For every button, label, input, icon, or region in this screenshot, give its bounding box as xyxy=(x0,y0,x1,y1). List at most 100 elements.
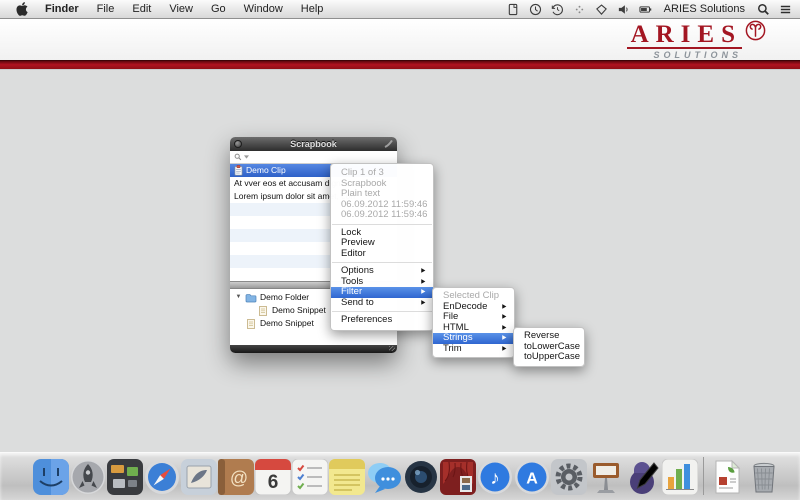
account-menu[interactable]: ARIES Solutions xyxy=(661,3,748,15)
context-menu-item-send-to[interactable]: Send to▶ xyxy=(331,298,433,309)
menubar-item-file[interactable]: File xyxy=(88,3,124,15)
menu-item-label: Plain text xyxy=(341,189,380,200)
menu-item-label: Filter xyxy=(341,287,362,298)
battery-icon[interactable] xyxy=(639,3,652,16)
dock-icon-pages[interactable] xyxy=(625,459,661,496)
dock-icon-mission-control[interactable] xyxy=(107,459,143,496)
menubar-item-edit[interactable]: Edit xyxy=(123,3,160,15)
dock-icon-notes[interactable] xyxy=(329,459,365,496)
menu-separator xyxy=(332,262,432,263)
menubar-right-icons xyxy=(757,3,792,16)
brand-name: ARIES xyxy=(627,22,742,49)
svg-text:6: 6 xyxy=(268,472,279,493)
dock-icon-photo-booth[interactable] xyxy=(440,459,476,496)
dock-separator xyxy=(699,456,708,496)
brand-header: ARIES SOLUTIONS xyxy=(0,19,800,61)
brand-stripe xyxy=(0,60,800,70)
window-title: Scrapbook xyxy=(290,139,337,149)
clip-icon xyxy=(234,165,243,176)
submenu-arrow-icon: ▶ xyxy=(503,312,507,323)
context-menu-item-editor[interactable]: Editor xyxy=(331,249,433,260)
menubar-item-help[interactable]: Help xyxy=(292,3,333,15)
submenu-arrow-icon: ▶ xyxy=(422,266,426,277)
submenu-arrow-icon: ▶ xyxy=(503,333,507,344)
menubar-item-go[interactable]: Go xyxy=(202,3,235,15)
disclosure-triangle-icon[interactable]: ▼ xyxy=(235,291,242,304)
filter-menu-item-selected-clip: Selected Clip xyxy=(433,291,514,302)
menu-item-label: Selected Clip xyxy=(443,291,499,302)
dock-icon-numbers[interactable] xyxy=(662,459,698,496)
notification-list-icon[interactable] xyxy=(779,3,792,16)
dock-icon-launchpad[interactable] xyxy=(70,459,106,496)
strings-menu-item-touppercase[interactable]: toUpperCase xyxy=(514,352,584,363)
snippet-icon xyxy=(257,306,269,316)
dock-icon-facetime[interactable] xyxy=(403,459,439,496)
window-bottom-bar xyxy=(230,345,397,353)
tree-label: Demo Folder xyxy=(260,291,309,304)
context-menu-item-preferences[interactable]: Preferences xyxy=(331,315,433,326)
submenu-arrow-icon: ▶ xyxy=(422,287,426,298)
titlebar-action-icon[interactable] xyxy=(384,140,393,148)
tree-label: Demo Snippet xyxy=(260,317,314,330)
submenu-arrow-icon: ▶ xyxy=(503,344,507,355)
menubar-right: ARIES Solutions xyxy=(507,3,792,16)
apple-menu-icon[interactable] xyxy=(8,2,36,16)
svg-text:♪: ♪ xyxy=(490,468,500,489)
context-menu-item-preview[interactable]: Preview xyxy=(331,238,433,249)
dock-icon-system-preferences[interactable] xyxy=(551,459,587,496)
submenu-arrow-icon: ▶ xyxy=(422,277,426,288)
context-menu-item-plain-text: Plain text xyxy=(331,189,433,200)
dock-icon-messages[interactable] xyxy=(366,459,402,496)
svg-text:@: @ xyxy=(230,468,248,488)
strings-menu-item-reverse[interactable]: Reverse xyxy=(514,331,584,342)
submenu-arrow-icon: ▶ xyxy=(503,302,507,313)
dock-icon-itunes[interactable]: ♪ xyxy=(477,459,513,496)
volume-icon[interactable] xyxy=(617,3,630,16)
menu-item-label: File xyxy=(443,312,458,323)
context-menu: Clip 1 of 3ScrapbookPlain text06.09.2012… xyxy=(330,163,434,331)
filter-menu-item-file[interactable]: File ▶ xyxy=(433,312,514,323)
menubar-item-finder[interactable]: Finder xyxy=(36,3,88,15)
menubar-menus: FinderFileEditViewGoWindowHelp xyxy=(36,0,332,19)
menu-item-label: Clip 1 of 3 xyxy=(341,168,384,179)
spotlight-icon[interactable] xyxy=(757,3,770,16)
dock-icon-finder[interactable] xyxy=(33,459,69,496)
menubar-item-window[interactable]: Window xyxy=(235,3,292,15)
window-close-button[interactable] xyxy=(234,140,242,148)
search-scope-chevron-icon xyxy=(244,155,249,159)
clock-icon[interactable] xyxy=(529,3,542,16)
filter-menu-item-strings[interactable]: Strings ▶ xyxy=(433,333,514,344)
clip-label: Demo Clip xyxy=(246,164,286,177)
strings-submenu: ReversetoLowerCasetoUpperCase xyxy=(513,327,585,367)
dock: @6 ♪ A xyxy=(0,452,800,500)
submenu-arrow-icon: ▶ xyxy=(503,323,507,334)
filter-menu-item-trim[interactable]: Trim▶ xyxy=(433,344,514,355)
menu-item-label: 06.09.2012 11:59:46 xyxy=(341,210,427,221)
context-menu-item-filter[interactable]: Filter ▶ xyxy=(331,287,433,298)
dock-icon-contacts[interactable]: @ xyxy=(218,459,254,496)
dock-icon-safari[interactable] xyxy=(144,459,180,496)
dock-icon-reminders[interactable] xyxy=(292,459,328,496)
time-machine-icon[interactable] xyxy=(551,3,564,16)
window-titlebar[interactable]: Scrapbook xyxy=(230,137,397,151)
dock-icon-trash[interactable] xyxy=(746,459,782,496)
svg-text:A: A xyxy=(526,471,538,488)
document-icon[interactable] xyxy=(507,3,520,16)
menu-item-label: toUpperCase xyxy=(524,352,580,363)
menu-separator xyxy=(332,311,432,312)
diamond-icon[interactable] xyxy=(595,3,608,16)
dock-icon-calendar[interactable]: 6 xyxy=(255,459,291,496)
search-icon xyxy=(234,153,242,161)
dock-icon-keynote[interactable] xyxy=(588,459,624,496)
context-menu-item-options[interactable]: Options▶ xyxy=(331,266,433,277)
dock-icon-mail[interactable] xyxy=(181,459,217,496)
dock-icon-document-file[interactable] xyxy=(709,459,745,496)
dock-items: @6 ♪ A xyxy=(0,453,800,500)
input-dots-icon[interactable] xyxy=(573,3,586,16)
menubar-item-view[interactable]: View xyxy=(160,3,202,15)
menu-item-label: Reverse xyxy=(524,331,559,342)
dock-icon-app-store[interactable]: A xyxy=(514,459,550,496)
brand-logo: ARIES SOLUTIONS xyxy=(627,22,766,60)
menu-item-label: Strings xyxy=(443,333,473,344)
resize-grip[interactable] xyxy=(389,346,395,351)
